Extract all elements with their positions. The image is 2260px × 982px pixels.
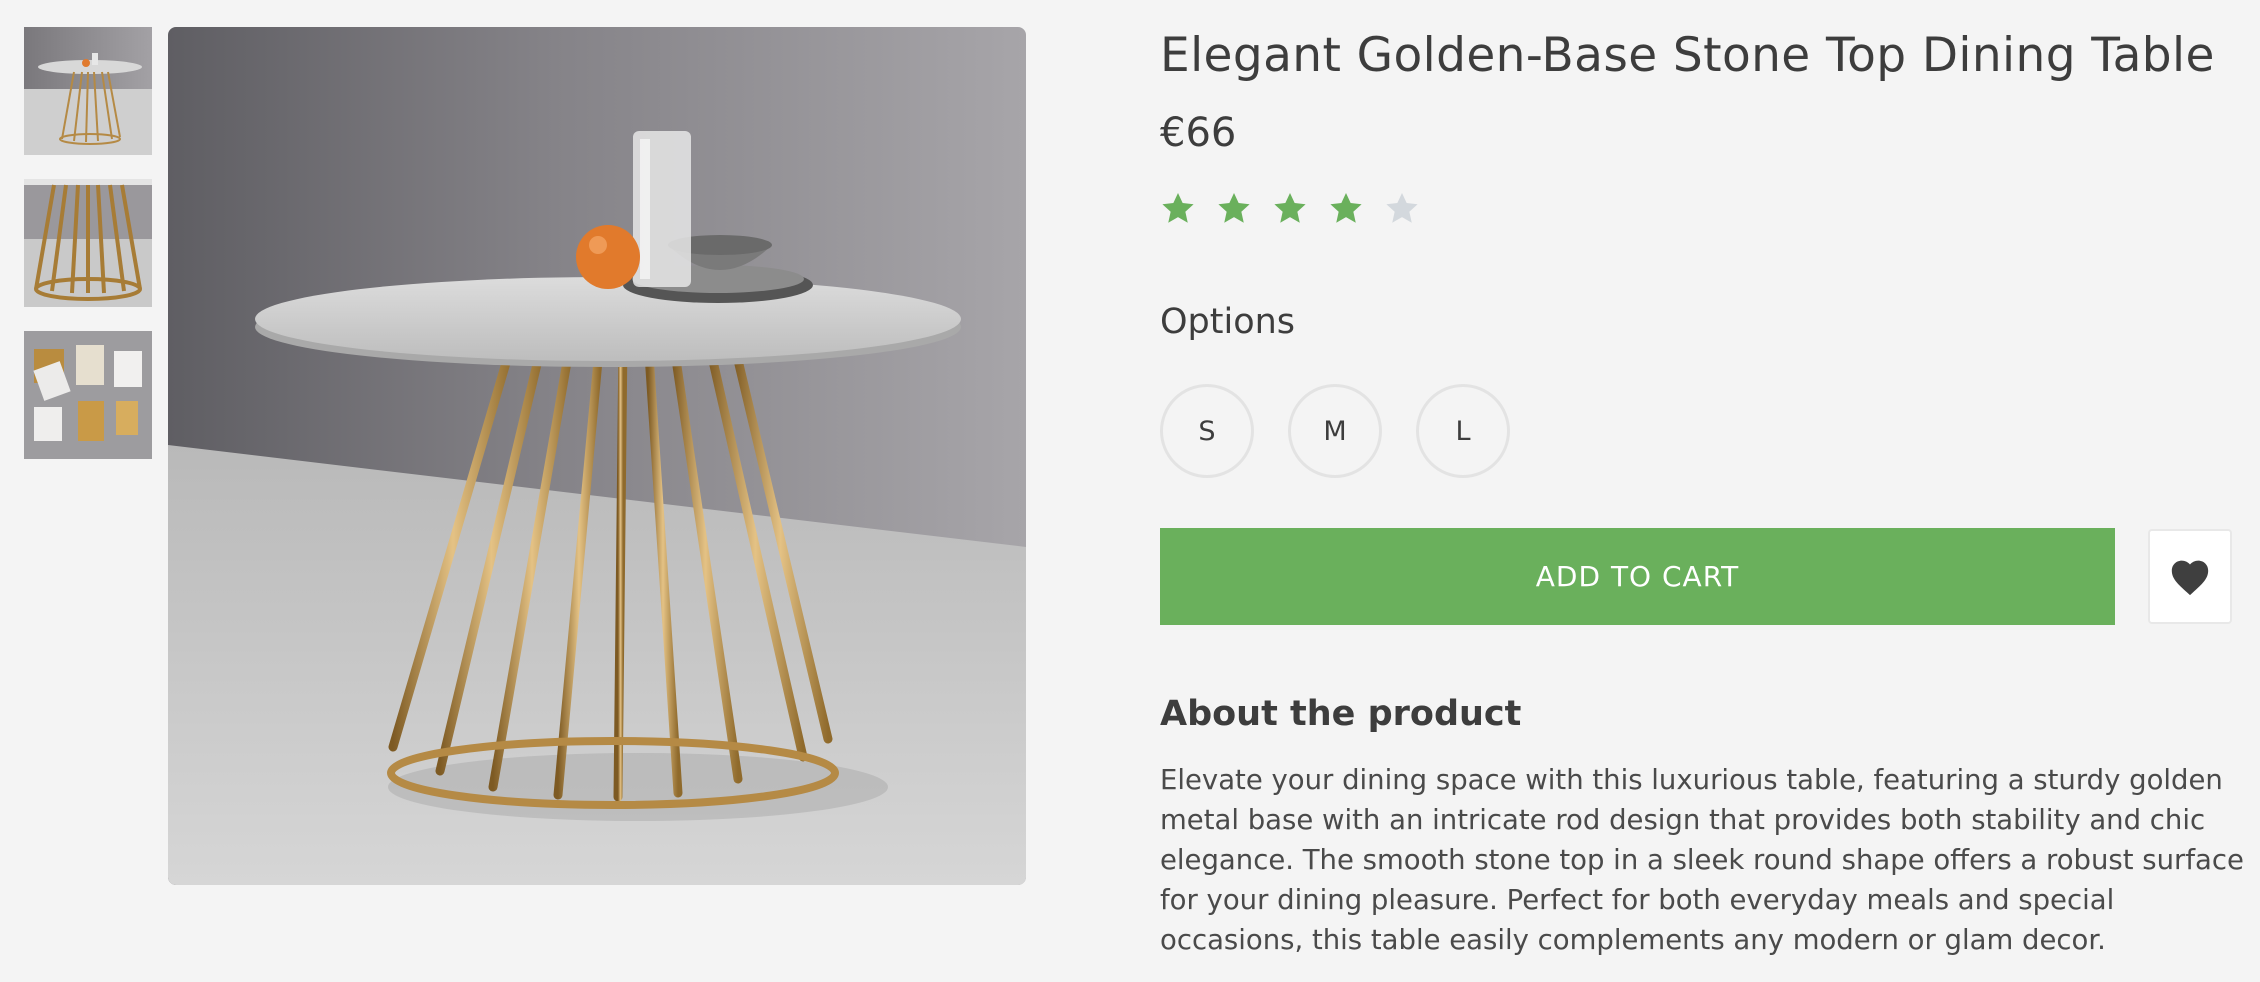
heart-icon [2171, 560, 2209, 595]
product-title: Elegant Golden-Base Stone Top Dining Tab… [1160, 28, 2215, 83]
rating-stars [1160, 190, 1420, 226]
thumbnail-3[interactable] [24, 331, 152, 459]
size-option-m[interactable]: M [1288, 384, 1382, 478]
star-filled-icon [1272, 190, 1308, 226]
star-filled-icon [1216, 190, 1252, 226]
size-option-s[interactable]: S [1160, 384, 1254, 478]
star-filled-icon [1160, 190, 1196, 226]
thumbnail-list [24, 27, 152, 483]
product-price: €66 [1160, 110, 1237, 156]
main-product-image [168, 27, 1026, 885]
star-empty-icon [1384, 190, 1420, 226]
material-swatches-thumbnail-icon [24, 331, 152, 459]
table-base-thumbnail-icon [24, 179, 152, 307]
star-filled-icon [1328, 190, 1364, 226]
wishlist-button[interactable] [2148, 529, 2232, 624]
size-option-l[interactable]: L [1416, 384, 1510, 478]
add-to-cart-button[interactable]: ADD TO CART [1160, 528, 2115, 625]
thumbnail-1[interactable] [24, 27, 152, 155]
about-text: Elevate your dining space with this luxu… [1160, 764, 2244, 956]
size-options: S M L [1160, 384, 1510, 478]
table-main-image-icon [168, 27, 1026, 885]
about-heading: About the product [1160, 694, 1522, 734]
options-label: Options [1160, 302, 1296, 342]
table-thumbnail-icon [24, 27, 152, 155]
thumbnail-2[interactable] [24, 179, 152, 307]
